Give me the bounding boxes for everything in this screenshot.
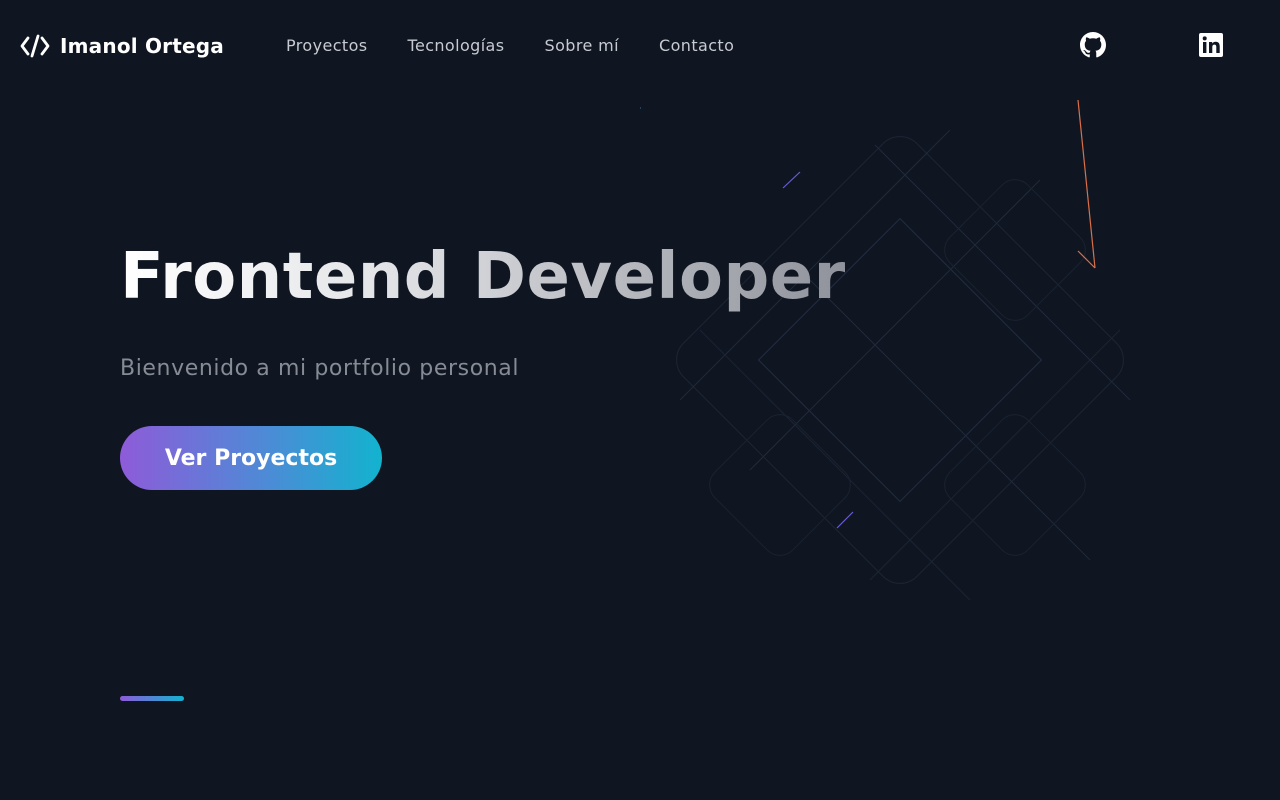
linkedin-link[interactable] <box>1198 32 1224 58</box>
linkedin-icon <box>1199 33 1223 57</box>
code-icon <box>20 34 50 58</box>
hero-subtitle: Bienvenido a mi portfolio personal <box>120 356 520 381</box>
logo-text: Imanol Ortega <box>60 34 224 58</box>
main-nav: Proyectos Tecnologías Sobre mí Contacto <box>286 36 774 55</box>
portfolio-page: Imanol Ortega Proyectos Tecnologías Sobr… <box>0 0 1280 800</box>
geometric-background-art <box>640 100 1131 601</box>
nav-link-tecnologias[interactable]: Tecnologías <box>408 36 505 55</box>
hero-title: Frontend Developer <box>120 240 846 314</box>
nav-link-contacto[interactable]: Contacto <box>659 36 734 55</box>
accent-divider <box>120 696 184 701</box>
site-header: Imanol Ortega Proyectos Tecnologías Sobr… <box>0 0 1280 92</box>
github-icon <box>1080 32 1106 58</box>
logo-link[interactable]: Imanol Ortega <box>20 33 224 59</box>
view-projects-button[interactable]: Ver Proyectos <box>120 426 382 490</box>
nav-link-sobre-mi[interactable]: Sobre mí <box>545 36 620 55</box>
nav-link-proyectos[interactable]: Proyectos <box>286 36 368 55</box>
github-link[interactable] <box>1080 32 1106 58</box>
